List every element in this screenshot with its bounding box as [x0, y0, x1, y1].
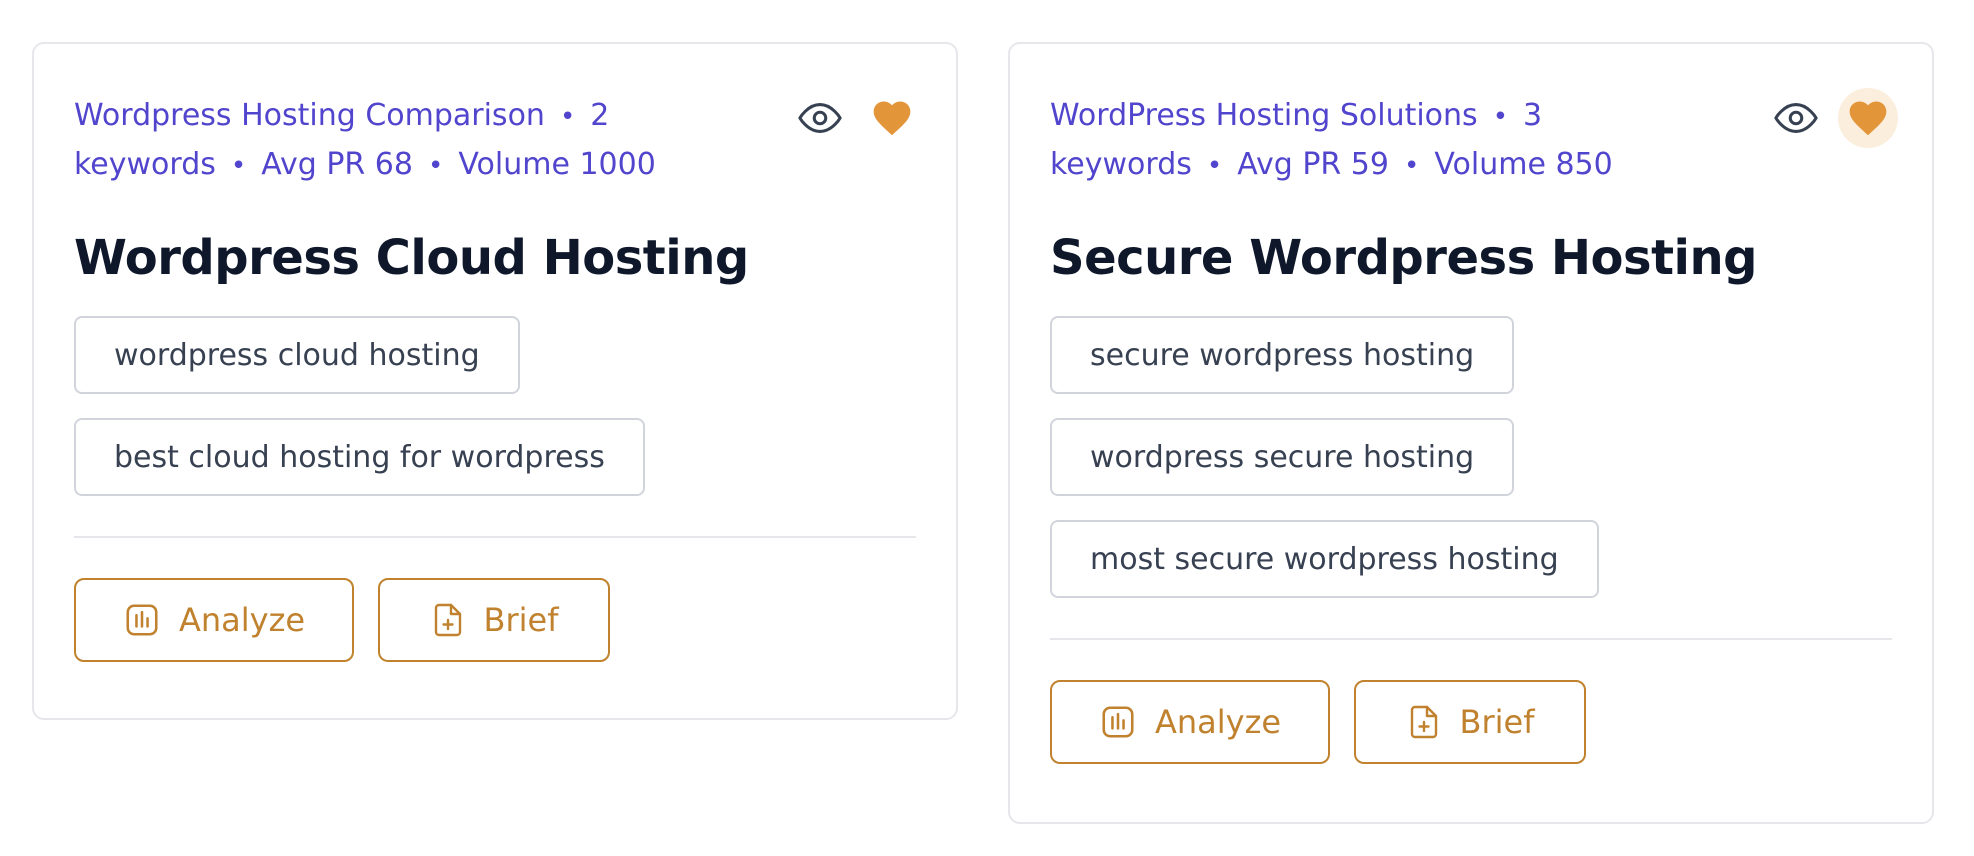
search-volume: Volume 1000: [458, 147, 656, 182]
eye-icon: [1774, 103, 1818, 133]
analyze-button[interactable]: Analyze: [74, 578, 354, 662]
file-plus-icon: [434, 603, 461, 637]
divider: [1050, 638, 1892, 640]
keyword-chip[interactable]: secure wordpress hosting: [1050, 316, 1515, 394]
keyword-chip[interactable]: wordpress cloud hosting: [74, 316, 520, 394]
keyword-cluster-card: Wordpress Hosting Comparison • 2 keywords •…: [32, 42, 958, 720]
file-plus-icon: [1410, 705, 1437, 739]
separator-dot: •: [1403, 151, 1420, 181]
keyword-chip[interactable]: best cloud hosting for wordpress: [74, 418, 645, 496]
heart-icon: [1849, 101, 1887, 136]
divider: [74, 536, 916, 538]
cluster-meta: WordPress Hosting Solutions • 3 keywords • A…: [1050, 92, 1680, 190]
chart-icon: [126, 604, 158, 636]
cluster-meta: Wordpress Hosting Comparison • 2 keywords •…: [74, 92, 704, 190]
analyze-label: Analyze: [1154, 703, 1282, 741]
heart-icon: [873, 101, 911, 136]
search-volume: Volume 850: [1434, 147, 1613, 182]
analyze-button[interactable]: Analyze: [1050, 680, 1330, 764]
keyword-chip[interactable]: wordpress secure hosting: [1050, 418, 1515, 496]
separator-dot: •: [1206, 151, 1223, 181]
cluster-group-link[interactable]: WordPress Hosting Solutions: [1050, 98, 1478, 133]
brief-button[interactable]: Brief: [378, 578, 610, 662]
separator-dot: •: [1492, 102, 1509, 132]
keyword-cluster-card: WordPress Hosting Solutions • 3 keywords • A…: [1008, 42, 1934, 824]
cluster-title: Secure Wordpress Hosting: [1050, 230, 1758, 286]
view-button[interactable]: [790, 88, 850, 148]
view-button[interactable]: [1766, 88, 1826, 148]
keyword-list: wordpress cloud hosting best cloud hosti…: [74, 316, 916, 496]
separator-dot: •: [427, 151, 444, 181]
avg-pr: Avg PR 68: [261, 147, 413, 182]
cluster-title: Wordpress Cloud Hosting: [74, 230, 749, 286]
brief-label: Brief: [483, 601, 559, 639]
cluster-group-link[interactable]: Wordpress Hosting Comparison: [74, 98, 545, 133]
brief-button[interactable]: Brief: [1354, 680, 1586, 764]
avg-pr: Avg PR 59: [1237, 147, 1389, 182]
eye-icon: [798, 103, 842, 133]
card-actions: [790, 88, 922, 148]
favorite-button[interactable]: [1838, 88, 1898, 148]
analyze-label: Analyze: [178, 601, 306, 639]
chart-icon: [1102, 706, 1134, 738]
brief-label: Brief: [1459, 703, 1535, 741]
keyword-list: secure wordpress hosting wordpress secur…: [1050, 316, 1892, 598]
favorite-button[interactable]: [862, 88, 922, 148]
keyword-chip[interactable]: most secure wordpress hosting: [1050, 520, 1599, 598]
card-actions: [1766, 88, 1898, 148]
separator-dot: •: [559, 102, 576, 132]
separator-dot: •: [230, 151, 247, 181]
